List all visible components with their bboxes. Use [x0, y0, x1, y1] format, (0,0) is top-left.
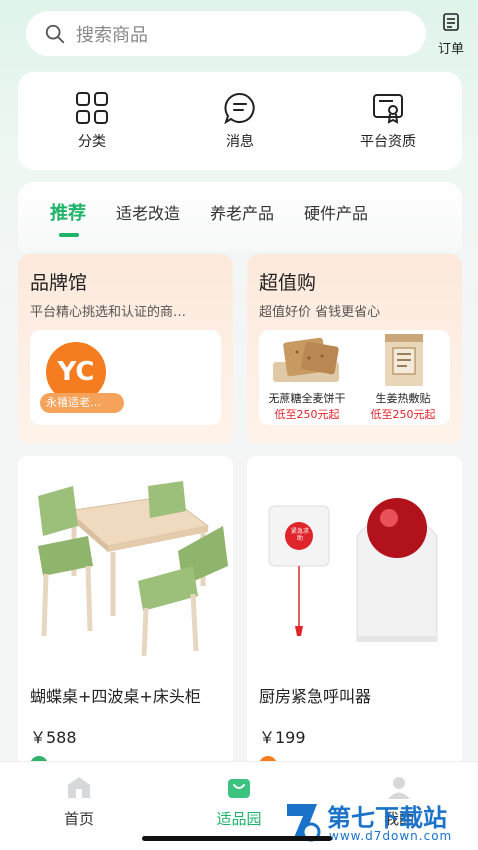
brand-list: YC 永禧适老… — [30, 330, 221, 425]
emergency-caller-image — [247, 456, 462, 661]
brand-name-badge: 永禧适老… — [40, 393, 124, 413]
user-icon — [388, 777, 410, 799]
value-buy-subtitle: 超值好价 省钱更省心 — [259, 305, 381, 320]
tab-elderly-products[interactable]: 养老产品 — [210, 200, 274, 226]
grid-icon — [76, 92, 108, 124]
quick-item-messages[interactable]: 消息 — [185, 91, 295, 151]
orders-label: 订单 — [437, 42, 464, 57]
tab-recommend[interactable]: 推荐 — [50, 199, 86, 237]
watermark-text: 第七下载站 — [327, 804, 447, 832]
value-buy-card[interactable]: 超值购 超值好价 省钱更省心 无蔗糖全麦饼干 低至250元起 生姜热敷贴 低至2… — [247, 254, 462, 444]
furniture-image — [18, 456, 233, 661]
product-name: 厨房紧急呼叫器 — [259, 687, 372, 706]
emergency-button-label: 紧急求助 — [290, 528, 309, 542]
message-icon — [224, 92, 255, 125]
quick-actions: 分类 消息 平台资质 — [18, 72, 462, 170]
deal-price: 低至250元起 — [370, 408, 436, 421]
home-icon — [68, 777, 90, 798]
nav-label: 适品园 — [216, 810, 262, 828]
orders-button[interactable]: 订单 — [434, 12, 468, 57]
product-card[interactable]: 紧急求助 厨房紧急呼叫器 ￥199 — [247, 456, 462, 776]
search-placeholder: 搜索商品 — [76, 24, 148, 46]
brand-hall-card[interactable]: 品牌馆 平台精心挑选和认证的商… YC 永禧适老… — [18, 254, 233, 444]
tab-label: 养老产品 — [210, 204, 275, 223]
deal-item[interactable]: 生姜热敷贴 低至250元起 — [355, 330, 451, 425]
tab-label: 硬件产品 — [304, 204, 369, 223]
home-indicator[interactable] — [142, 836, 332, 841]
order-list-icon — [443, 13, 459, 31]
tab-label: 适老改造 — [116, 204, 181, 223]
deal-price: 低至250元起 — [274, 408, 340, 421]
nav-shop[interactable]: 适品园 — [189, 774, 289, 829]
nav-label: 首页 — [63, 810, 94, 828]
quick-item-qualification[interactable]: 平台资质 — [333, 91, 443, 151]
deal-name: 生姜热敷贴 — [375, 392, 431, 405]
tab-hardware-products[interactable]: 硬件产品 — [304, 200, 368, 226]
deal-name: 无蔗糖全麦饼干 — [268, 392, 346, 405]
product-name: 蝴蝶桌+四波桌+床头柜 — [30, 687, 201, 706]
active-tab-indicator — [59, 233, 79, 237]
top-bar: 搜索商品 订单 — [0, 0, 478, 64]
product-card[interactable]: 蝴蝶桌+四波桌+床头柜 ￥588 — [18, 456, 233, 776]
quick-item-label: 消息 — [226, 134, 254, 150]
nav-home[interactable]: 首页 — [29, 774, 129, 829]
search-icon — [45, 24, 65, 43]
product-price: ￥199 — [259, 728, 306, 747]
biscuit-image — [273, 337, 339, 382]
brand-hall-subtitle: 平台精心挑选和认证的商… — [30, 305, 187, 320]
quick-item-label: 平台资质 — [360, 134, 416, 150]
watermark-url: www.d7down.com — [329, 829, 453, 843]
tab-elderly-renovation[interactable]: 适老改造 — [116, 200, 180, 226]
search-input[interactable]: 搜索商品 — [26, 11, 426, 56]
quick-item-label: 分类 — [78, 134, 106, 150]
brand-hall-title: 品牌馆 — [30, 272, 88, 294]
shopping-bag-icon — [228, 779, 250, 798]
category-tabs: 推荐 适老改造 养老产品 硬件产品 — [18, 182, 462, 252]
product-price: ￥588 — [30, 728, 77, 747]
deal-item[interactable]: 无蔗糖全麦饼干 低至250元起 — [259, 330, 355, 425]
tab-label: 推荐 — [50, 203, 86, 224]
certificate-icon — [373, 94, 403, 124]
ginger-patch-box-image — [385, 334, 423, 386]
value-buy-items: 无蔗糖全麦饼干 低至250元起 生姜热敷贴 低至250元起 — [259, 330, 450, 425]
value-buy-title: 超值购 — [259, 272, 317, 294]
quick-item-category[interactable]: 分类 — [37, 91, 147, 151]
